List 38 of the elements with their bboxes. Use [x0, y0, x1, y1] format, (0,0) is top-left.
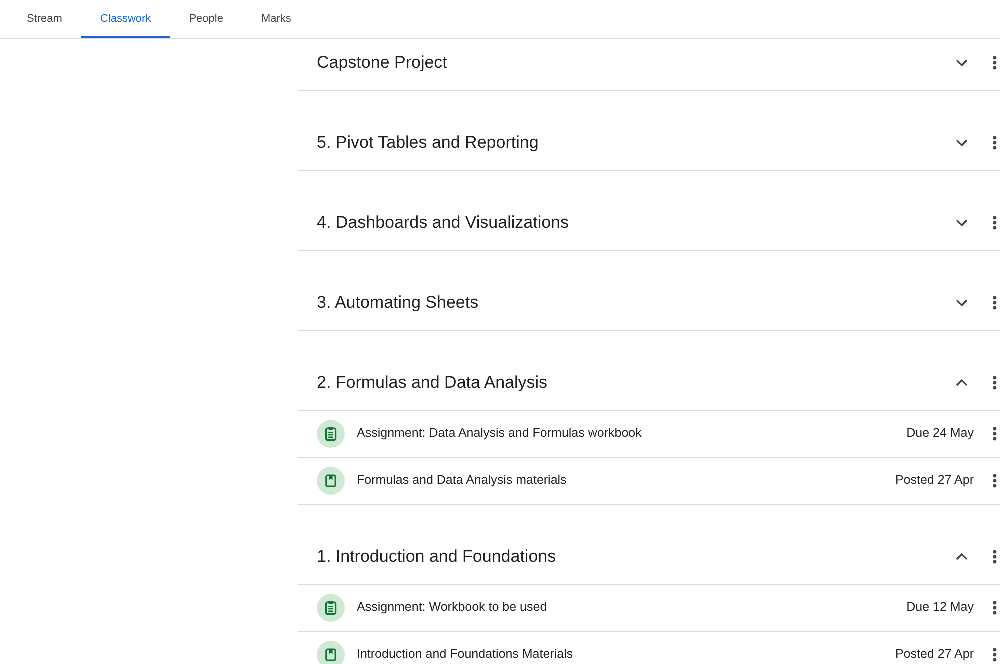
more-vert-icon[interactable]	[993, 600, 997, 614]
more-vert-icon[interactable]	[993, 216, 997, 230]
chevron-down-icon[interactable]	[956, 298, 968, 306]
topic-title: 5. Pivot Tables and Reporting	[317, 132, 540, 152]
more-vert-icon[interactable]	[993, 474, 997, 488]
topic-title: 4. Dashboards and Visualizations	[317, 212, 570, 232]
topic-title: 1. Introduction and Foundations	[317, 546, 558, 566]
more-vert-icon[interactable]	[993, 56, 997, 70]
topic-title: 3. Automating Sheets	[317, 292, 480, 312]
item-title[interactable]: Formulas and Data Analysis materials	[357, 473, 896, 488]
more-vert-icon[interactable]	[993, 136, 997, 150]
item-title[interactable]: Assignment: Workbook to be used	[357, 600, 907, 615]
topic-title: 2. Formulas and Data Analysis	[317, 372, 549, 392]
chevron-down-icon[interactable]	[956, 138, 968, 146]
item-title[interactable]: Introduction and Foundations Materials	[357, 647, 896, 662]
item-date: Posted 27 Apr	[895, 647, 974, 662]
more-vert-icon[interactable]	[993, 550, 997, 564]
more-vert-icon[interactable]	[993, 426, 997, 440]
chevron-up-icon[interactable]	[956, 378, 968, 386]
tab[interactable]: People	[170, 0, 242, 38]
item-date: Due 12 May	[906, 600, 974, 615]
chevron-down-icon[interactable]	[956, 218, 968, 226]
tab[interactable]: Stream	[8, 0, 82, 38]
bookmark-page-icon	[317, 466, 345, 494]
bookmark-page-icon	[317, 640, 345, 664]
topic-title: Capstone Project	[317, 52, 448, 72]
chevron-down-icon[interactable]	[956, 58, 968, 66]
more-vert-icon[interactable]	[993, 296, 997, 310]
more-vert-icon[interactable]	[993, 648, 997, 662]
chevron-up-icon[interactable]	[956, 552, 968, 560]
clipboard-icon	[317, 594, 345, 622]
tab[interactable]: Classwork	[81, 0, 170, 38]
item-title[interactable]: Assignment: Data Analysis and Formulas workbook	[357, 426, 907, 441]
clipboard-icon	[317, 420, 345, 448]
more-vert-icon[interactable]	[993, 376, 997, 390]
item-date: Posted 27 Apr	[895, 473, 974, 488]
tab[interactable]: Marks	[242, 0, 310, 38]
item-date: Due 24 May	[906, 426, 974, 441]
